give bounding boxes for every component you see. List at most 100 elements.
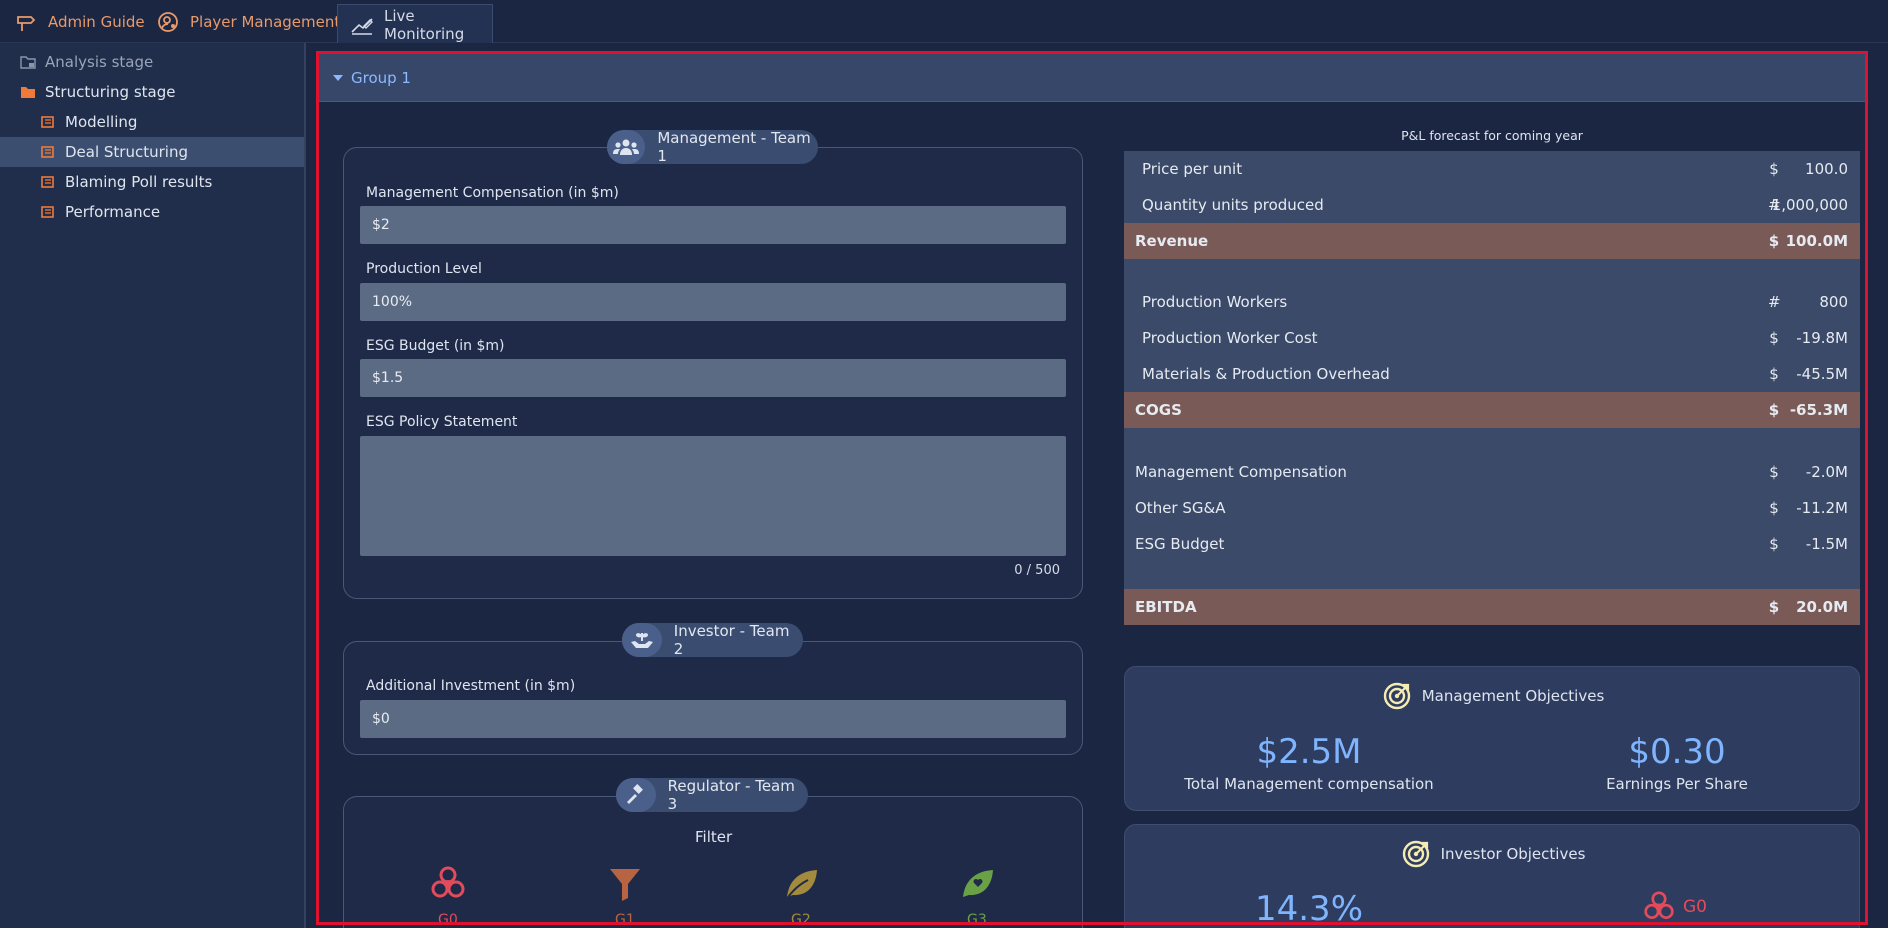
sidebar-item-blaming-poll-results[interactable]: Blaming Poll results xyxy=(0,167,304,197)
biohazard-icon xyxy=(1643,891,1675,923)
row-value: -2.0M xyxy=(1805,463,1848,481)
caret-down-icon xyxy=(333,74,343,81)
biohazard-icon[interactable] xyxy=(428,864,468,904)
badge-label: G0 xyxy=(1683,897,1707,917)
sidebar-item-analysis-stage[interactable]: Analysis stage xyxy=(0,47,304,77)
filter-label-g2: G2 xyxy=(791,912,811,928)
sidebar-item-deal-structuring[interactable]: Deal Structuring xyxy=(0,137,304,167)
signpost-icon xyxy=(14,10,38,34)
production-level-input[interactable]: 100% xyxy=(360,283,1066,321)
management-objectives-card: Management Objectives $2.5M Total Manage… xyxy=(1124,666,1860,811)
pl-row-other-sga: Other SG&A $ -11.2M xyxy=(1124,490,1860,526)
panel-title: Regulator - Team 3 xyxy=(667,777,795,813)
sidebar-item-label: Analysis stage xyxy=(45,53,154,71)
management-compensation-input[interactable]: $2 xyxy=(360,206,1066,244)
character-counter: 0 / 500 xyxy=(1014,563,1060,578)
sidebar-item-structuring-stage[interactable]: Structuring stage xyxy=(0,77,304,107)
esg-policy-statement-label: ESG Policy Statement xyxy=(366,414,518,430)
hand-seedling-icon xyxy=(622,623,662,657)
investor-objectives-card: Investor Objectives 14.3% G0 xyxy=(1124,824,1860,928)
target-arrow-icon xyxy=(1401,839,1431,869)
row-unit: $ xyxy=(1769,535,1779,553)
pl-title: P&L forecast for coming year xyxy=(1401,128,1583,143)
tab-label: Admin Guide xyxy=(48,12,145,31)
sidebar-item-label: Performance xyxy=(65,203,161,221)
investor-badge: G0 xyxy=(1643,891,1707,923)
row-unit: $ xyxy=(1768,232,1780,250)
esg-budget-label: ESG Budget (in $m) xyxy=(366,338,505,354)
scroll-icon xyxy=(40,144,56,160)
pl-row-quantity: Quantity units produced # 1,000,000 xyxy=(1124,187,1860,223)
scroll-icon xyxy=(40,174,56,190)
sidebar-item-label: Structuring stage xyxy=(45,83,176,101)
row-label: EBITDA xyxy=(1135,598,1197,616)
panel-title: Management - Team 1 xyxy=(657,129,811,165)
investor-objectives-header: Investor Objectives xyxy=(1125,839,1861,869)
earnings-per-share-label: Earnings Per Share xyxy=(1606,775,1748,793)
sidebar: Analysis stage Structuring stage Modelli… xyxy=(0,43,306,928)
row-unit: $ xyxy=(1768,401,1780,419)
investor-team-badge: Investor - Team 2 xyxy=(622,622,803,658)
row-value: -45.5M xyxy=(1796,365,1848,383)
management-team-badge: Management - Team 1 xyxy=(607,129,818,165)
sidebar-item-modelling[interactable]: Modelling xyxy=(0,107,304,137)
pl-row-production-workers: Production Workers # 800 xyxy=(1124,284,1860,320)
pl-row-esg-budget: ESG Budget $ -1.5M xyxy=(1124,526,1860,562)
row-label: Quantity units produced xyxy=(1142,196,1324,214)
sidebar-item-label: Deal Structuring xyxy=(65,143,188,161)
pl-row-management-compensation: Management Compensation $ -2.0M xyxy=(1124,454,1860,490)
group-header[interactable]: Group 1 xyxy=(319,54,1865,102)
leaf-icon[interactable] xyxy=(781,864,821,904)
row-label: Other SG&A xyxy=(1135,499,1226,517)
sidebar-item-label: Blaming Poll results xyxy=(65,173,213,191)
row-value: 20.0M xyxy=(1796,598,1848,616)
scroll-icon xyxy=(40,114,56,130)
row-value: 1,000,000 xyxy=(1771,196,1848,214)
row-unit: $ xyxy=(1769,499,1779,517)
filter-label-g3: G3 xyxy=(967,912,987,928)
panel-title: Investor - Team 2 xyxy=(673,622,790,658)
scroll-icon xyxy=(40,204,56,220)
pl-row-price-per-unit: Price per unit $ 100.0 xyxy=(1124,151,1860,187)
tab-player-management[interactable]: Player Management xyxy=(156,0,340,43)
row-label: Management Compensation xyxy=(1135,463,1347,481)
management-objectives-header: Management Objectives xyxy=(1125,681,1861,711)
row-label: Production Worker Cost xyxy=(1142,329,1318,347)
production-level-label: Production Level xyxy=(366,261,482,277)
pl-table: Price per unit $ 100.0 Quantity units pr… xyxy=(1124,151,1860,625)
tab-live-monitoring[interactable]: Live Monitoring xyxy=(337,4,493,44)
management-compensation-label: Management Compensation (in $m) xyxy=(366,185,619,201)
filter-label-g1: G1 xyxy=(615,912,635,928)
chart-pen-icon xyxy=(350,13,374,37)
tab-label: Live Monitoring xyxy=(384,6,465,43)
additional-investment-input[interactable]: $0 xyxy=(360,700,1066,738)
earnings-per-share-value: $0.30 xyxy=(1628,732,1726,772)
row-value: -11.2M xyxy=(1796,499,1848,517)
row-unit: $ xyxy=(1769,365,1779,383)
pl-row-materials-overhead: Materials & Production Overhead $ -45.5M xyxy=(1124,356,1860,392)
pl-row-cogs: COGS $ -65.3M xyxy=(1124,392,1860,428)
row-unit: $ xyxy=(1768,598,1780,616)
card-title: Investor Objectives xyxy=(1440,845,1586,863)
row-label: ESG Budget xyxy=(1135,535,1225,553)
folder-open-icon xyxy=(20,54,36,70)
leaf-heart-icon[interactable] xyxy=(957,864,997,904)
row-unit: $ xyxy=(1769,463,1779,481)
sidebar-item-label: Modelling xyxy=(65,113,138,131)
target-arrow-icon xyxy=(1382,681,1412,711)
funnel-icon[interactable] xyxy=(605,864,645,904)
regulator-panel xyxy=(343,796,1083,928)
row-value: 100.0M xyxy=(1785,232,1848,250)
esg-policy-statement-textarea[interactable] xyxy=(360,436,1066,556)
filter-title: Filter xyxy=(695,828,733,846)
esg-budget-input[interactable]: $1.5 xyxy=(360,359,1066,397)
row-unit: # xyxy=(1768,293,1781,311)
users-icon xyxy=(607,130,646,164)
row-value: 800 xyxy=(1819,293,1848,311)
top-tab-bar: Admin Guide Player Management Live Monit… xyxy=(0,0,1888,44)
sidebar-item-performance[interactable]: Performance xyxy=(0,197,304,227)
tab-admin-guide[interactable]: Admin Guide xyxy=(14,0,145,43)
folder-icon xyxy=(20,84,36,100)
row-unit: $ xyxy=(1769,329,1779,347)
row-label: Materials & Production Overhead xyxy=(1142,365,1390,383)
